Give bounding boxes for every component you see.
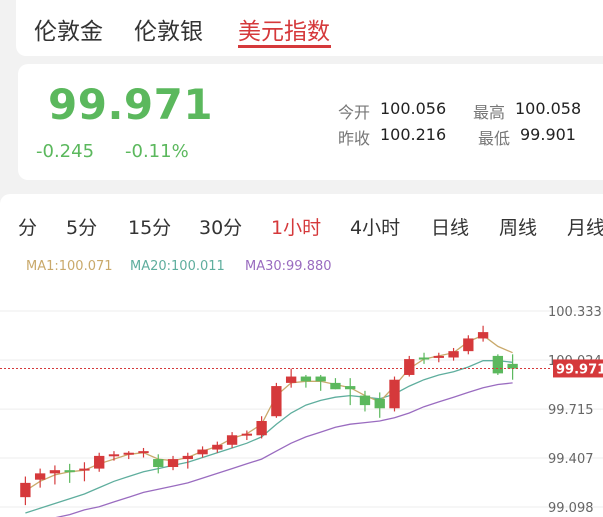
candle-body xyxy=(345,386,356,390)
candle-body xyxy=(433,355,444,358)
instrument-tab-bar: 伦敦金 伦敦银 美元指数 xyxy=(16,0,603,56)
candle-body xyxy=(359,395,371,406)
candle-body xyxy=(94,455,105,469)
low-value: 99.901 xyxy=(520,125,576,144)
candle-body xyxy=(212,444,223,450)
candle-body xyxy=(448,351,459,358)
open-value: 100.056 xyxy=(380,99,447,118)
chart-card: 分 5分 15分 30分 1小时 4小时 日线 周线 月线 MA1:100.07… xyxy=(0,194,603,517)
high-label: 最高 xyxy=(473,103,506,122)
tab-london-gold[interactable]: 伦敦金 xyxy=(34,12,103,46)
candle-body xyxy=(241,433,253,436)
candle-body xyxy=(108,454,120,457)
ma20-line xyxy=(25,360,513,514)
ma30-line xyxy=(55,382,513,517)
low-label: 最低 xyxy=(478,129,511,148)
candle-body xyxy=(167,459,179,468)
y-tick-label: 99.407 xyxy=(548,452,594,467)
candle-body xyxy=(226,435,238,445)
high-value: 100.058 xyxy=(515,99,582,118)
y-tick-label: 100.333 xyxy=(548,305,602,320)
candle-body xyxy=(418,357,430,360)
candle-body xyxy=(79,468,90,471)
last-price-label: 99.971 xyxy=(556,362,603,377)
candle-body xyxy=(463,338,474,352)
candle-body xyxy=(138,451,149,454)
candle-body xyxy=(256,420,267,436)
candle-body xyxy=(404,359,415,375)
y-tick-label: 99.098 xyxy=(548,501,594,516)
candlestick-chart[interactable]: 100.333100.02499.71599.40799.09899.971 xyxy=(0,194,603,517)
candle-body xyxy=(197,449,208,455)
candle-body xyxy=(182,455,193,460)
prev-close-label: 昨收 xyxy=(338,129,371,148)
candle-body xyxy=(389,379,400,409)
candle-body xyxy=(49,470,61,474)
candle-body xyxy=(34,473,46,480)
y-tick-label: 99.715 xyxy=(548,403,594,418)
price-change: -0.245 xyxy=(36,141,95,162)
candle-body xyxy=(271,386,282,417)
candle-body xyxy=(477,332,489,339)
quote-card: 99.971 -0.245 -0.11% 今开 100.056 最高 100.0… xyxy=(18,64,603,180)
tab-dollar-index[interactable]: 美元指数 xyxy=(238,12,330,46)
candle-body xyxy=(300,376,312,382)
candle-body xyxy=(20,482,31,498)
candle-body xyxy=(64,470,75,473)
candle-body xyxy=(492,355,504,374)
price-change-percent: -0.11% xyxy=(125,141,189,162)
prev-close-value: 100.216 xyxy=(380,125,447,144)
candle-body xyxy=(330,382,341,390)
candle-body xyxy=(285,376,297,383)
candle-body xyxy=(507,363,518,369)
tab-london-silver[interactable]: 伦敦银 xyxy=(134,12,203,46)
candle-body xyxy=(374,398,385,409)
candle-body xyxy=(153,459,164,468)
candle-body xyxy=(123,452,134,455)
current-price: 99.971 xyxy=(48,80,214,129)
active-tab-indicator xyxy=(238,45,331,48)
open-label: 今开 xyxy=(338,103,371,122)
candle-body xyxy=(315,376,326,382)
